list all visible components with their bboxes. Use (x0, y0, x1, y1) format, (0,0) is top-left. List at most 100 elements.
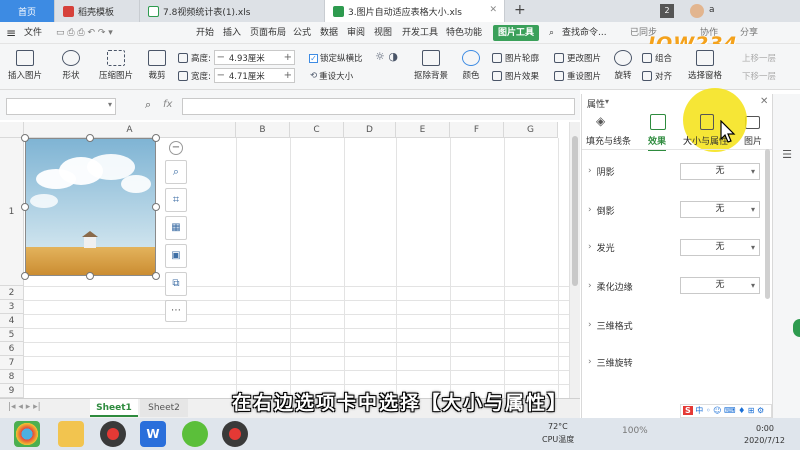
panel-scrollbar[interactable] (765, 149, 770, 299)
shape-button[interactable]: 形状 (62, 50, 80, 81)
sheet-nav-icons[interactable]: |◂ ◂ ▸ ▸| (8, 402, 41, 412)
row-header-4[interactable]: 4 (0, 314, 24, 328)
resize-handle[interactable] (86, 272, 94, 280)
compress-picture-icon[interactable]: ▣ (165, 244, 187, 268)
menu-home[interactable]: 开始 (196, 22, 214, 44)
close-tab-icon[interactable]: ✕ (489, 5, 497, 15)
settings-sliders-icon[interactable]: ☰ (779, 148, 795, 164)
collapse-toolbar-button[interactable]: − (169, 141, 183, 155)
sheet-tab-sheet2[interactable]: Sheet2 (140, 399, 188, 417)
window-count-badge[interactable]: 2 (660, 4, 674, 18)
effects-tab-icon[interactable] (650, 114, 666, 130)
menu-page-layout[interactable]: 页面布局 (250, 22, 286, 44)
resize-handle[interactable] (21, 203, 29, 211)
row-header-1[interactable]: 1 (0, 138, 24, 286)
row-header-7[interactable]: 7 (0, 356, 24, 370)
bring-forward-button[interactable]: 上移一层 (742, 52, 776, 64)
tab-picture[interactable]: 图片 (744, 134, 762, 147)
more-options-icon[interactable]: ⋯ (165, 300, 187, 322)
reset-picture-button[interactable]: 重设图片 (554, 70, 601, 82)
row-header-3[interactable]: 3 (0, 300, 24, 314)
compress-picture-button[interactable]: 压缩图片 (99, 50, 133, 81)
remove-background-button[interactable]: 抠除背景 (414, 50, 448, 81)
adjust-icons[interactable]: ☼ ◑ (375, 50, 398, 63)
reset-size-button[interactable]: ⟲ 重设大小 (310, 70, 353, 82)
menu-view[interactable]: 视图 (374, 22, 392, 44)
column-header-d[interactable]: D (344, 122, 396, 138)
column-header-f[interactable]: F (450, 122, 504, 138)
3d-format-row[interactable]: › 三维格式 (588, 315, 768, 335)
height-value[interactable]: 4.93厘米 (227, 52, 282, 64)
glow-dropdown[interactable]: 无 (680, 239, 760, 256)
screen-recorder-icon[interactable] (222, 421, 248, 447)
column-header-b[interactable]: B (236, 122, 290, 138)
menu-picture-tools[interactable]: 图片工具 (493, 25, 540, 41)
row-header-5[interactable]: 5 (0, 328, 24, 342)
reflection-dropdown[interactable]: 无 (680, 201, 760, 218)
effects-picture-icon[interactable]: ▦ (165, 216, 187, 240)
resize-handle[interactable] (21, 134, 29, 142)
change-picture-button[interactable]: 更改图片 (554, 52, 601, 64)
command-search[interactable]: 查找命令... (562, 22, 607, 44)
shadow-dropdown[interactable]: 无 (680, 163, 760, 180)
tab-home[interactable]: 首页 (0, 0, 55, 22)
ime-toolbar[interactable]: S 中 ◦ ☺ ⌨ ♦ ⊞ ⚙ (680, 404, 772, 418)
width-spinner[interactable]: −4.71厘米 + (213, 68, 295, 83)
3d-rotation-row[interactable]: › 三维旋转 (588, 352, 768, 372)
height-spinner[interactable]: −4.93厘米 + (213, 50, 295, 65)
formula-input[interactable] (182, 98, 575, 115)
file-explorer-icon[interactable] (58, 421, 84, 447)
tab-fill-and-line[interactable]: 填充与线条 (586, 134, 631, 147)
side-badge-icon[interactable] (793, 319, 800, 337)
tab-video-stats-file[interactable]: 7.8视频统计表(1).xls (140, 0, 325, 22)
menu-data[interactable]: 数据 (320, 22, 338, 44)
picture-effects-button[interactable]: 图片效果 (492, 70, 539, 82)
column-header-e[interactable]: E (396, 122, 450, 138)
column-header-a[interactable]: A (24, 122, 236, 138)
hamburger-icon[interactable]: ≡ (6, 22, 16, 44)
close-panel-icon[interactable]: ✕ (760, 96, 768, 107)
fill-line-icon[interactable]: ◈ (596, 114, 612, 130)
quick-access-icons[interactable]: ▭ ⎙ ⎙ ↶ ↷ ▾ (56, 22, 113, 44)
decrement-button[interactable]: − (215, 52, 227, 63)
menu-file[interactable]: 文件 (24, 22, 42, 44)
zoom-icon[interactable]: ⌕ (145, 98, 151, 112)
row-header-9[interactable]: 9 (0, 384, 24, 398)
security-app-icon[interactable] (182, 421, 208, 447)
align-button[interactable]: 对齐 (642, 70, 672, 82)
vertical-scrollbar[interactable] (569, 122, 580, 398)
new-tab-button[interactable]: + (514, 2, 526, 18)
resize-handle[interactable] (152, 134, 160, 142)
width-value[interactable]: 4.71厘米 (227, 70, 282, 82)
browser-icon[interactable] (14, 421, 40, 447)
name-box[interactable]: ▾ (6, 98, 116, 115)
resize-handle[interactable] (21, 272, 29, 280)
crop-picture-icon[interactable]: ⌗ (165, 188, 187, 212)
lock-aspect-ratio-checkbox[interactable]: ✓ 锁定纵横比 (309, 52, 363, 64)
selection-pane-button[interactable]: 选择窗格 (688, 50, 722, 81)
resize-handle[interactable] (152, 203, 160, 211)
menu-review[interactable]: 审阅 (347, 22, 365, 44)
menu-developer[interactable]: 开发工具 (402, 22, 438, 44)
menu-formulas[interactable]: 公式 (293, 22, 311, 44)
insert-picture-button[interactable]: 插入图片 (8, 50, 42, 81)
menu-special[interactable]: 特色功能 (446, 22, 482, 44)
group-button[interactable]: 组合 (642, 52, 672, 64)
share-button[interactable]: 分享 (740, 22, 758, 44)
send-backward-button[interactable]: 下移一层 (742, 70, 776, 82)
row-header-8[interactable]: 8 (0, 370, 24, 384)
picture-outline-button[interactable]: 图片轮廓 (492, 52, 539, 64)
zoom-picture-icon[interactable]: ⌕ (165, 160, 187, 184)
scrollbar-thumb[interactable] (572, 136, 578, 286)
rotate-button[interactable]: 旋转 (614, 50, 632, 81)
resize-handle[interactable] (86, 134, 94, 142)
decrement-button[interactable]: − (215, 70, 227, 81)
picture-tab-icon[interactable] (745, 116, 760, 129)
soft-edges-dropdown[interactable]: 无 (680, 277, 760, 294)
row-header-2[interactable]: 2 (0, 286, 24, 300)
avatar[interactable] (690, 4, 704, 18)
chevron-down-icon[interactable]: ▾ (605, 97, 609, 106)
crop-button[interactable]: 裁剪 (148, 50, 166, 81)
tab-picture-fit-file[interactable]: 3.图片自动适应表格大小.xls ✕ (325, 0, 505, 22)
change-picture-icon[interactable]: ⧉ (165, 272, 187, 296)
